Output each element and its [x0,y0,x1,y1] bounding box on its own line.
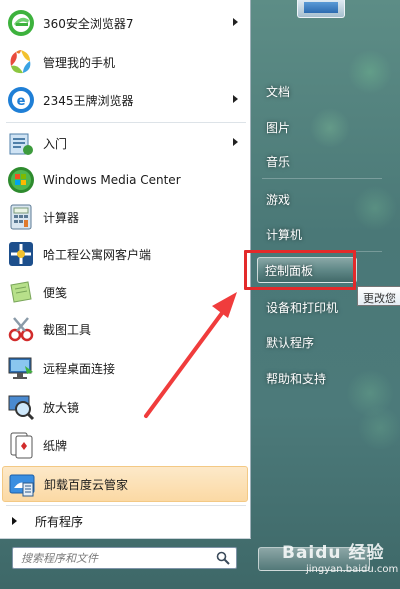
program-label: 入门 [43,136,68,151]
right-link-documents[interactable]: 文档 [259,79,379,103]
program-item-calculator[interactable]: 计算器 [2,199,248,235]
program-label: 便笺 [43,285,68,300]
pinned-divider [6,122,246,123]
solitaire-icon [6,430,36,460]
user-picture-image [304,2,338,13]
program-label: Windows Media Center [43,173,181,187]
program-item-solitaire[interactable]: 纸牌 [2,427,248,463]
right-link-default-programs[interactable]: 默认程序 [259,330,379,354]
search-icon[interactable] [216,551,230,568]
user-account-picture[interactable] [297,0,345,18]
campus-net-icon [6,239,36,269]
media-center-icon [6,165,36,195]
program-label: 2345王牌浏览器 [43,93,134,108]
right-link-label: 音乐 [266,154,291,169]
right-link-label: 图片 [266,120,291,135]
program-label: 360安全浏览器7 [43,16,134,31]
program-item-snipping-tool[interactable]: 截图工具 [2,311,248,347]
all-programs-divider [6,505,246,506]
program-item-phone-manager[interactable]: 管理我的手机 [2,44,248,80]
magnifier-icon [6,392,36,422]
right-link-label: 默认程序 [266,335,315,350]
program-label: 计算器 [43,210,80,225]
right-link-music[interactable]: 音乐 [259,149,379,173]
right-link-games[interactable]: 游戏 [259,187,379,211]
remote-desktop-icon [6,353,36,383]
all-programs-button[interactable]: 所有程序 [2,509,248,533]
right-link-label: 计算机 [266,227,303,242]
program-item-2345-browser[interactable]: e 2345王牌浏览器 [2,82,248,118]
program-item-sticky-notes[interactable]: 便笺 [2,274,248,310]
program-label: 远程桌面连接 [43,361,116,376]
all-programs-label: 所有程序 [35,514,84,529]
right-link-computer[interactable]: 计算机 [259,222,379,246]
program-item-getting-started[interactable]: 入门 [2,125,248,161]
program-item-magnifier[interactable]: 放大镜 [2,389,248,425]
program-label: 截图工具 [43,322,92,337]
getting-started-icon [6,128,36,158]
calculator-icon [6,202,36,232]
program-label: 哈工程公寓网客户端 [43,247,152,262]
2345-browser-icon: e [6,85,36,115]
program-label: 管理我的手机 [43,55,116,70]
submenu-arrow-icon[interactable] [233,138,238,146]
right-link-pictures[interactable]: 图片 [259,115,379,139]
right-link-label: 游戏 [266,192,291,207]
phone-manager-icon [6,47,36,77]
sticky-notes-icon [6,277,36,307]
submenu-arrow-icon[interactable] [233,18,238,26]
search-input[interactable] [21,551,216,565]
360-browser-icon [6,8,36,38]
svg-text:e: e [17,94,26,109]
snipping-tool-icon [6,314,36,344]
right-divider [262,178,382,179]
submenu-arrow-icon[interactable] [233,95,238,103]
expand-arrow-icon [12,517,17,525]
right-link-label: 文档 [266,84,291,99]
right-link-label: 帮助和支持 [266,371,327,386]
uninstall-baidu-icon [7,469,37,499]
program-item-remote-desktop[interactable]: 远程桌面连接 [2,350,248,386]
program-label: 放大镜 [43,400,80,415]
program-item-uninstall-baidu[interactable]: 卸载百度云管家 [2,466,248,502]
program-item-media-center[interactable]: Windows Media Center [2,162,248,198]
right-link-label: 设备和打印机 [266,300,339,315]
baidu-watermark: Baidu 经验 jingyan.baidu.com [270,534,398,586]
control-panel-tooltip: 更改您 [357,286,400,306]
program-label: 卸载百度云管家 [44,477,129,492]
right-link-help-support[interactable]: 帮助和支持 [259,366,379,390]
program-label: 纸牌 [43,438,68,453]
watermark-url: jingyan.baidu.com [306,564,399,575]
watermark-logo-text: Baidu 经验 [282,543,385,563]
program-list-panel: 360安全浏览器7 管理我的手机 e 2345王牌浏览器 入门 Windows … [0,0,251,539]
control-panel-highlight-box [244,250,356,290]
search-box[interactable] [12,547,237,569]
program-item-360-browser[interactable]: 360安全浏览器7 [2,5,248,41]
program-item-campus-net[interactable]: 哈工程公寓网客户端 [2,236,248,272]
